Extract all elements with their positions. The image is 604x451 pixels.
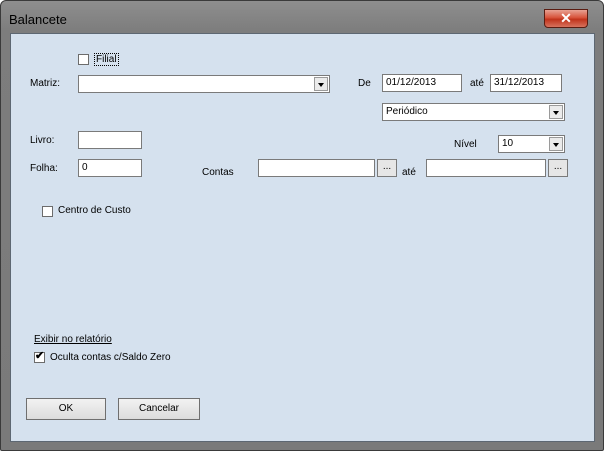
contas-from-lookup-button[interactable]: ... <box>377 159 397 177</box>
exibir-heading: Exibir no relatório <box>34 334 112 345</box>
periodo-type-value: Periódico <box>386 106 428 117</box>
chevron-down-icon[interactable] <box>314 77 328 91</box>
folha-input[interactable]: 0 <box>78 159 142 177</box>
folha-label: Folha: <box>30 163 58 174</box>
centro-custo-label: Centro de Custo <box>58 205 131 216</box>
checkmark-icon: ✔ <box>35 350 45 362</box>
contas-label: Contas <box>202 167 234 178</box>
de-label: De <box>358 78 371 89</box>
nivel-combo[interactable]: 10 <box>498 135 565 153</box>
contas-to-input[interactable] <box>426 159 546 177</box>
dialog-client-area: Filial Matriz: De 01/12/2013 até 31/12/2… <box>10 33 595 442</box>
periodo-type-combo[interactable]: Periódico <box>382 103 565 121</box>
oculta-zero-checkbox[interactable]: ✔ <box>34 350 45 363</box>
contas-ate-label: até <box>402 167 416 178</box>
centro-custo-checkbox[interactable] <box>42 206 53 217</box>
cancel-button[interactable]: Cancelar <box>118 398 200 420</box>
ate-label: até <box>470 78 484 89</box>
filial-checkbox[interactable] <box>78 54 89 65</box>
matriz-label: Matriz: <box>30 78 60 89</box>
nivel-label: Nível <box>454 139 477 150</box>
close-icon: ✕ <box>560 10 572 26</box>
start-date-input[interactable]: 01/12/2013 <box>382 74 462 92</box>
nivel-value: 10 <box>502 138 514 149</box>
chevron-down-icon[interactable] <box>549 137 563 151</box>
close-button[interactable]: ✕ <box>544 9 588 28</box>
matriz-combo[interactable] <box>78 75 330 93</box>
contas-from-input[interactable] <box>258 159 375 177</box>
filial-label: Filial <box>94 53 119 66</box>
title-bar[interactable]: Balancete ✕ <box>1 1 603 33</box>
livro-input[interactable] <box>78 131 142 149</box>
window-title: Balancete <box>9 12 67 27</box>
oculta-zero-label: Oculta contas c/Saldo Zero <box>50 352 171 363</box>
contas-to-lookup-button[interactable]: ... <box>548 159 568 177</box>
chevron-down-icon[interactable] <box>549 105 563 119</box>
livro-label: Livro: <box>30 135 55 146</box>
dialog-window: Balancete ✕ Filial Matriz: De 01/12/2013… <box>0 0 604 451</box>
end-date-input[interactable]: 31/12/2013 <box>490 74 562 92</box>
ok-button[interactable]: OK <box>26 398 106 420</box>
